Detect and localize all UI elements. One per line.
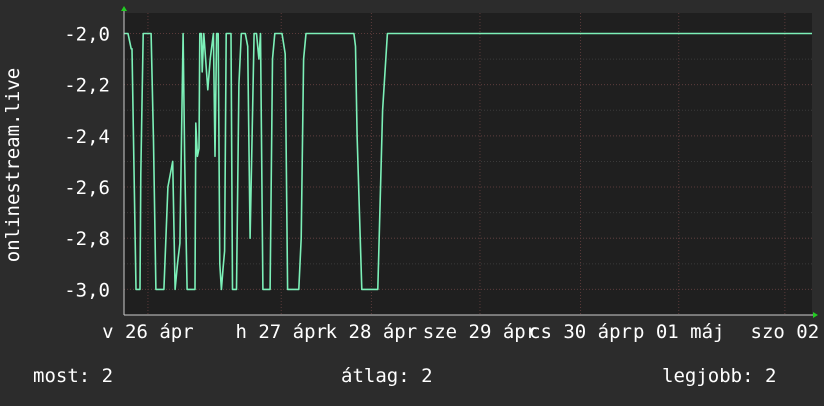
plot-area (124, 13, 812, 315)
legend-best: legjobb: 2 (662, 365, 776, 387)
line-chart: -2,0 -2,2 -2,4 -2,6 -2,8 -3,0 v 26 ápr h 27 áp… (0, 0, 824, 402)
y-tick-label: -2,0 (64, 23, 110, 45)
y-tick-label: -2,4 (64, 126, 110, 148)
x-tick-label: k 28 ápr (326, 321, 418, 343)
y-tick-label: -2,8 (64, 228, 110, 250)
x-tick-label: v 26 ápr (102, 321, 194, 343)
x-tick-label: cs 30 ápr (529, 321, 632, 343)
y-tick-label: -2,6 (64, 177, 110, 199)
y-axis-label: onlinestream.live (2, 68, 24, 262)
y-tick-label: -2,2 (64, 75, 110, 97)
x-tick-label: sze 29 ápr (423, 321, 537, 343)
chart-container: -2,0 -2,2 -2,4 -2,6 -2,8 -3,0 v 26 ápr h 27 áp… (0, 0, 824, 402)
y-tick-label: -3,0 (64, 279, 110, 301)
x-tick-label: p 01 máj (633, 321, 725, 343)
x-tick-label: szo 02 (751, 321, 820, 343)
x-tick-label: h 27 ápr (235, 321, 327, 343)
legend-avg: átlag: 2 (341, 365, 433, 387)
legend-now: most: 2 (33, 365, 113, 387)
